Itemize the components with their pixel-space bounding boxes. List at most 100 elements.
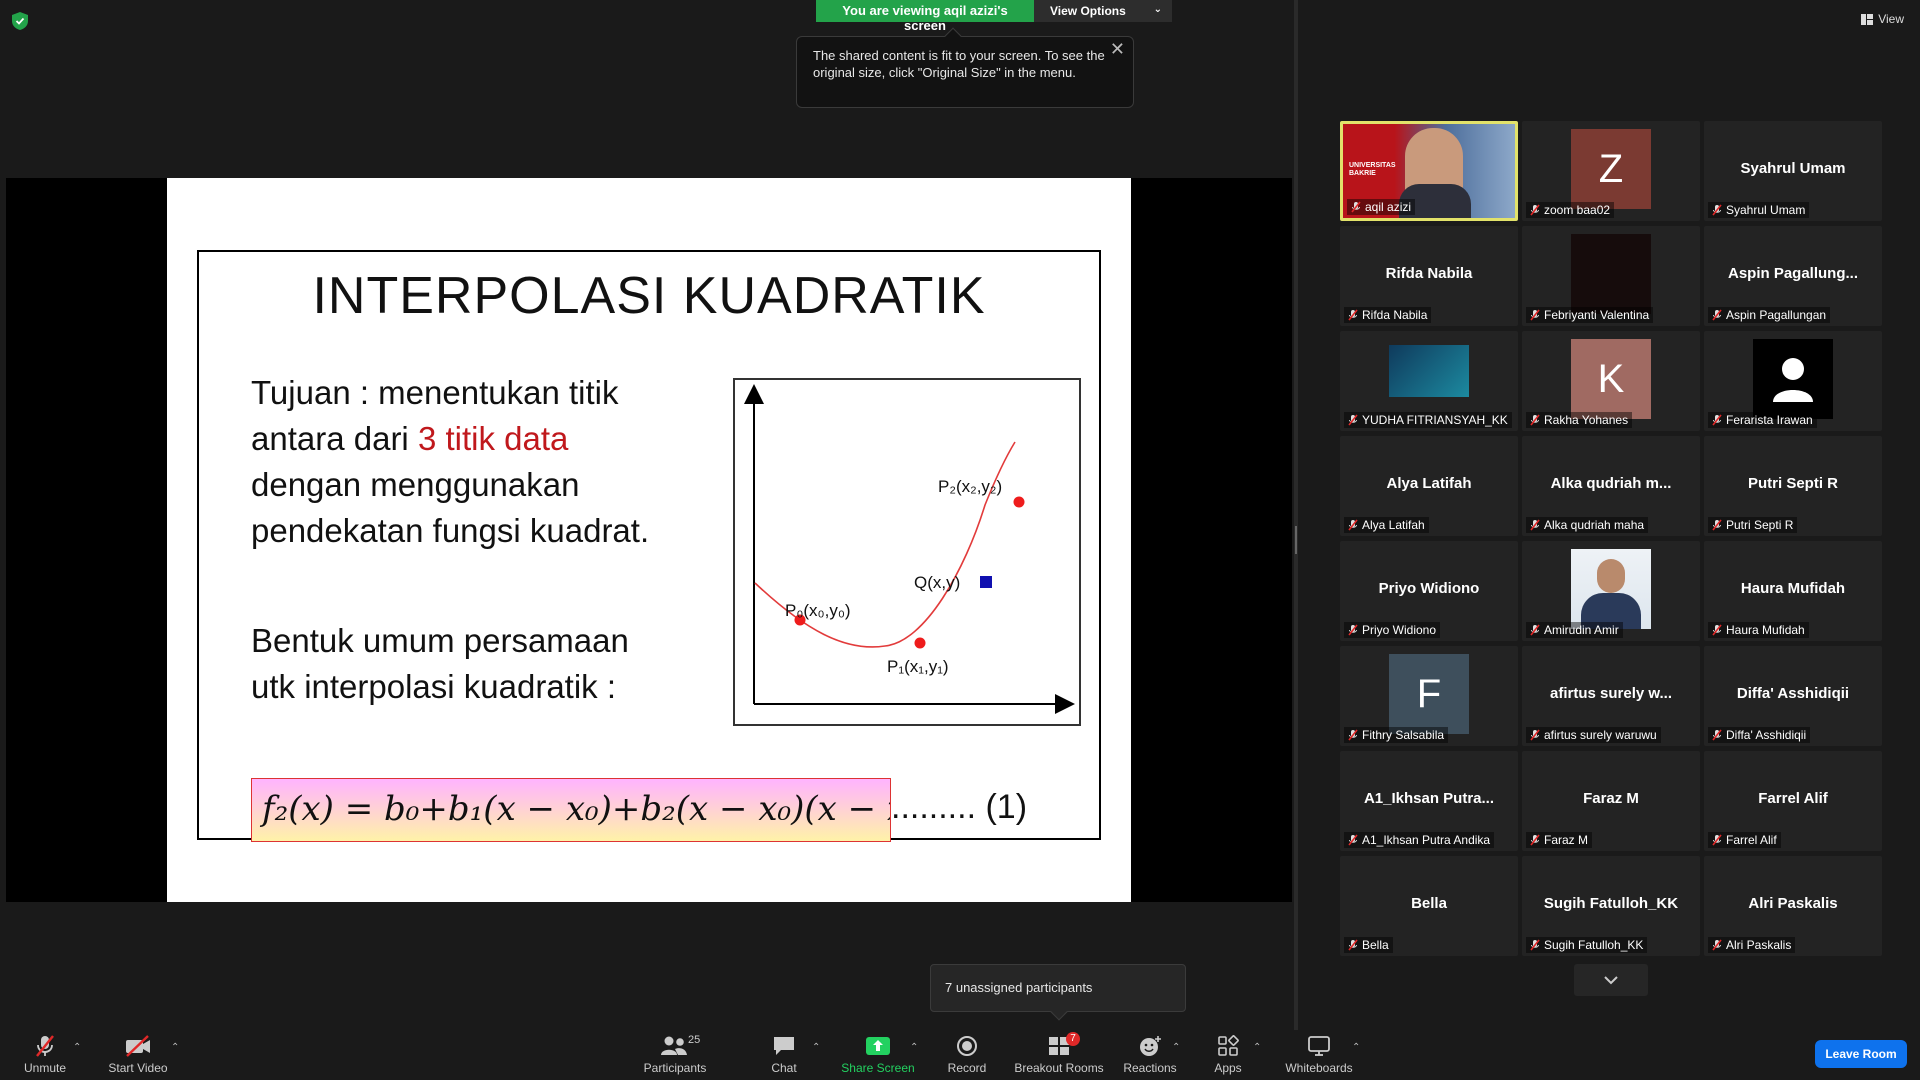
view-button[interactable]: View	[1861, 12, 1904, 26]
participant-tile[interactable]: Aspin Pagallung... Aspin Pagallungan	[1704, 226, 1882, 326]
participant-name-label: Alka qudriah maha	[1526, 517, 1649, 533]
record-label: Record	[947, 1061, 987, 1075]
reactions-options-caret-icon[interactable]: ⌃	[1172, 1042, 1180, 1053]
start-video-label: Start Video	[108, 1061, 168, 1075]
share-options-caret-icon[interactable]: ⌃	[910, 1042, 918, 1053]
apps-button[interactable]: Apps	[1212, 1030, 1244, 1080]
microphone-muted-icon	[1530, 624, 1540, 636]
view-label: View	[1878, 12, 1904, 26]
default-avatar	[1753, 339, 1833, 419]
participant-display-name: A1_Ikhsan Putra...	[1363, 790, 1495, 807]
panel-divider[interactable]	[1294, 0, 1298, 1030]
participant-name-label: Febriyanti Valentina	[1526, 307, 1654, 323]
microphone-muted-icon	[30, 1034, 60, 1058]
unmute-button[interactable]: Unmute	[20, 1030, 70, 1080]
participant-tile[interactable]: UNIVERSITAS BAKRIE aqil azizi	[1340, 121, 1518, 221]
participant-name: A1_Ikhsan Putra Andika	[1362, 833, 1491, 847]
participant-tile[interactable]: Putri Septi R Putri Septi R	[1704, 436, 1882, 536]
formula-box: f₂(x) = b₀+b₁(x − x₀)+b₂(x − x₀)(x − x₁)	[251, 778, 891, 842]
participant-tile[interactable]: Bella Bella	[1340, 856, 1518, 956]
avatar-letter: Z	[1598, 146, 1624, 191]
point-p2	[1013, 496, 1025, 508]
microphone-muted-icon	[1530, 309, 1540, 321]
gallery-next-page-button[interactable]	[1574, 964, 1648, 996]
participant-display-name: Faraz M	[1583, 790, 1639, 807]
form-line-1: Bentuk umum persamaan	[251, 622, 629, 659]
security-shield-icon[interactable]	[12, 12, 28, 30]
participants-count: 25	[688, 1034, 701, 1046]
participant-name-label: A1_Ikhsan Putra Andika	[1344, 832, 1495, 848]
breakout-rooms-button[interactable]: 7 Breakout Rooms	[1012, 1030, 1106, 1080]
microphone-muted-icon	[1348, 834, 1358, 846]
chat-options-caret-icon[interactable]: ⌃	[812, 1042, 820, 1053]
participant-tile[interactable]: Alya Latifah Alya Latifah	[1340, 436, 1518, 536]
participant-display-name: Sugih Fatulloh_KK	[1543, 895, 1679, 912]
participant-tile[interactable]: Zzoom baa02	[1522, 121, 1700, 221]
participant-display-name: Alya Latifah	[1386, 475, 1472, 492]
divider-handle[interactable]	[1295, 526, 1297, 554]
chevron-down-icon: ⌄	[1153, 4, 1162, 15]
audio-options-caret-icon[interactable]: ⌃	[73, 1042, 81, 1053]
participant-tile[interactable]: YUDHA FITRIANSYAH_KK	[1340, 331, 1518, 431]
graph-svg: P₀(x₀,y₀) P₁(x₁,y₁) P₂(x₂,y₂) Q(x,y)	[744, 384, 1075, 714]
reactions-icon	[1135, 1034, 1165, 1058]
participant-name-label: Putri Septi R	[1708, 517, 1798, 533]
participant-name-label: Amirudin Amir	[1526, 622, 1623, 638]
participant-tile[interactable]: Rifda Nabila Rifda Nabila	[1340, 226, 1518, 326]
participant-tile[interactable]: Febriyanti Valentina	[1522, 226, 1700, 326]
popup-arrow	[1050, 1003, 1068, 1021]
participant-tile[interactable]: Alri Paskalis Alri Paskalis	[1704, 856, 1882, 956]
chevron-down-icon	[1604, 975, 1618, 984]
participant-name: Putri Septi R	[1726, 518, 1794, 532]
participant-name-label: Sugih Fatulloh_KK	[1526, 937, 1648, 953]
participant-tile[interactable]: Ferarista Irawan	[1704, 331, 1882, 431]
participant-display-name: Diffa' Asshidiqii	[1736, 685, 1850, 702]
chat-button[interactable]: Chat	[764, 1030, 804, 1080]
viewing-banner: You are viewing aqil azizi's screen View…	[816, 0, 1172, 33]
participant-name-label: Faraz M	[1526, 832, 1593, 848]
participant-tile[interactable]: Priyo Widiono Priyo Widiono	[1340, 541, 1518, 641]
apps-options-caret-icon[interactable]: ⌃	[1253, 1042, 1261, 1053]
unassigned-participants-popup[interactable]: 7 unassigned participants	[930, 964, 1186, 1021]
participant-tile[interactable]: F Fithry Salsabila	[1340, 646, 1518, 746]
participant-tile[interactable]: Alka qudriah m... Alka qudriah maha	[1522, 436, 1700, 536]
share-screen-label: Share Screen	[841, 1061, 915, 1075]
microphone-muted-icon	[1348, 309, 1358, 321]
leave-room-button[interactable]: Leave Room	[1815, 1040, 1907, 1068]
participant-name-label: aqil azizi	[1347, 199, 1416, 215]
participants-button[interactable]: 25 Participants	[640, 1030, 710, 1080]
participant-name-label: Aspin Pagallungan	[1708, 307, 1831, 323]
share-screen-button[interactable]: Share Screen	[838, 1030, 918, 1080]
microphone-muted-icon	[1712, 309, 1722, 321]
share-screen-icon	[863, 1034, 893, 1058]
close-icon[interactable]: ✕	[1110, 40, 1125, 58]
participant-display-name: Alri Paskalis	[1748, 895, 1838, 912]
participant-tile[interactable]: Haura Mufidah Haura Mufidah	[1704, 541, 1882, 641]
microphone-muted-icon	[1530, 939, 1540, 951]
participant-tile[interactable]: Faraz M Faraz M	[1522, 751, 1700, 851]
view-options-button[interactable]: View Options ⌄	[1034, 0, 1172, 22]
participant-name: Ferarista Irawan	[1726, 413, 1813, 427]
gallery-view-icon	[1861, 13, 1874, 25]
reactions-button[interactable]: Reactions	[1123, 1030, 1177, 1080]
participant-name: Priyo Widiono	[1362, 623, 1437, 637]
participant-tile[interactable]: K Rakha Yohanes	[1522, 331, 1700, 431]
participant-name: Alya Latifah	[1362, 518, 1425, 532]
whiteboards-options-caret-icon[interactable]: ⌃	[1352, 1042, 1360, 1053]
participant-tile[interactable]: Syahrul Umam Syahrul Umam	[1704, 121, 1882, 221]
participant-name-label: Rifda Nabila	[1344, 307, 1432, 323]
participant-tile[interactable]: A1_Ikhsan Putra... A1_Ikhsan Putra Andika	[1340, 751, 1518, 851]
start-video-button[interactable]: Start Video	[106, 1030, 170, 1080]
whiteboards-button[interactable]: Whiteboards	[1282, 1030, 1356, 1080]
record-button[interactable]: Record	[944, 1030, 990, 1080]
reactions-label: Reactions	[1123, 1061, 1177, 1075]
participant-tile[interactable]: Sugih Fatulloh_KK Sugih Fatulloh_KK	[1522, 856, 1700, 956]
participant-tile[interactable]: Amirudin Amir	[1522, 541, 1700, 641]
video-options-caret-icon[interactable]: ⌃	[171, 1042, 179, 1053]
record-icon	[952, 1034, 982, 1058]
apps-label: Apps	[1214, 1061, 1242, 1075]
participant-tile[interactable]: afirtus surely w... afirtus surely waruwu	[1522, 646, 1700, 746]
participant-tile[interactable]: Diffa' Asshidiqii Diffa' Asshidiqii	[1704, 646, 1882, 746]
microphone-muted-icon	[1348, 624, 1358, 636]
participant-tile[interactable]: Farrel Alif Farrel Alif	[1704, 751, 1882, 851]
